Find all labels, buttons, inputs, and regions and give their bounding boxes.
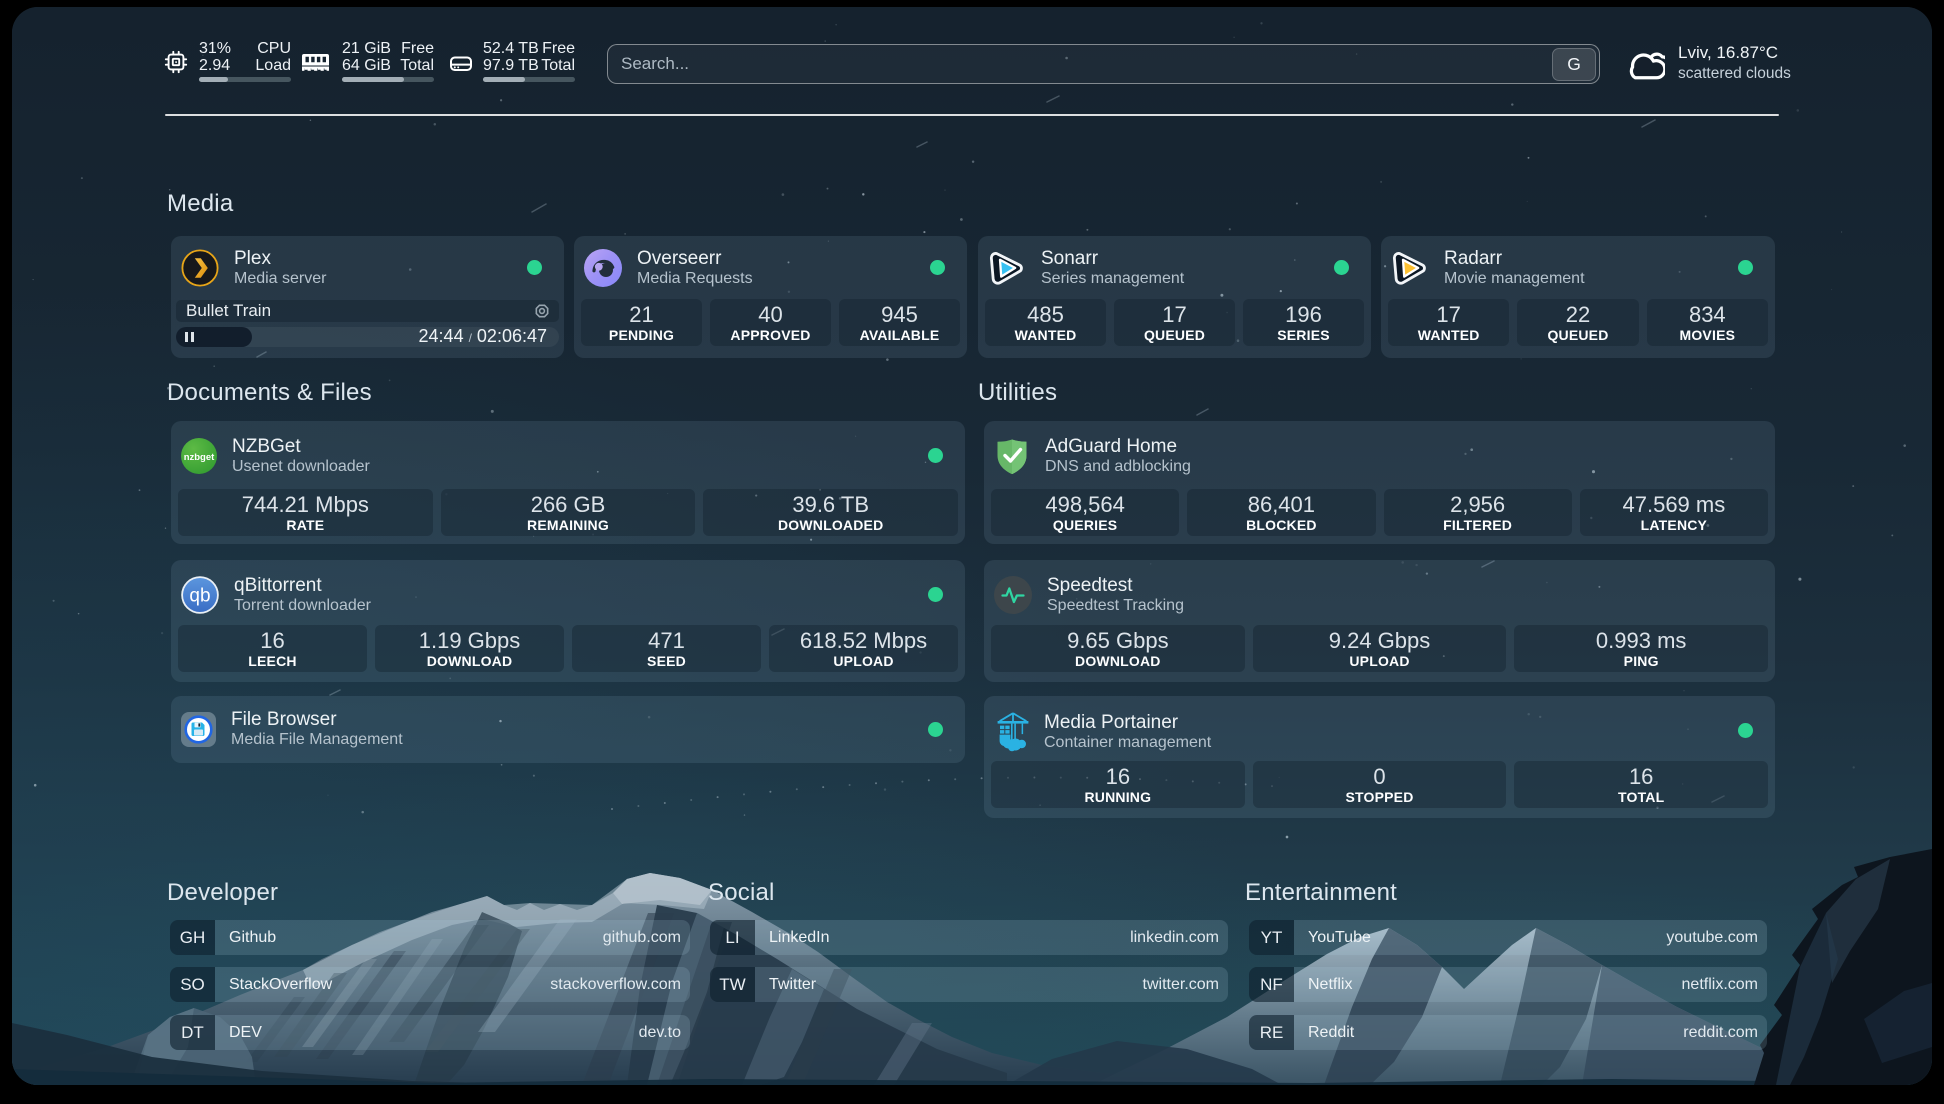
svg-text:qb: qb xyxy=(189,586,210,607)
svg-text:nzbget: nzbget xyxy=(184,452,215,463)
